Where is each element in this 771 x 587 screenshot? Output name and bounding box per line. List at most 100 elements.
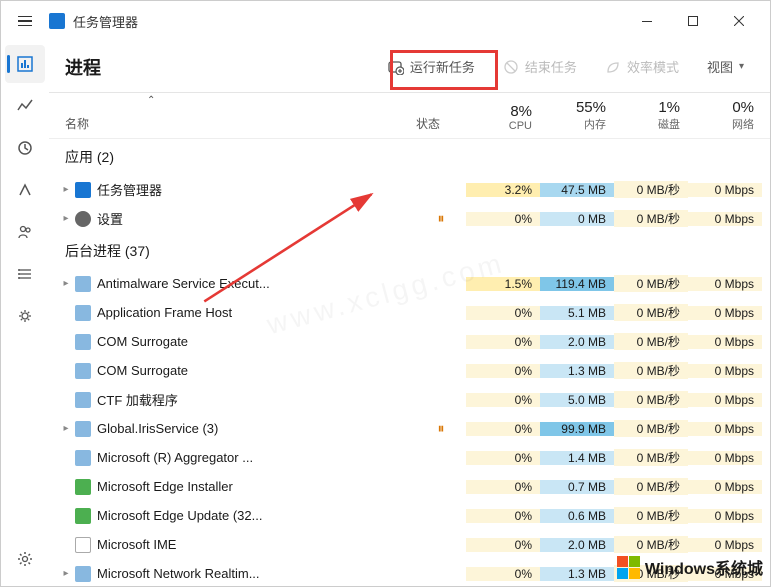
nav-services[interactable]	[5, 297, 45, 335]
col-network[interactable]: 0%网络	[688, 93, 762, 138]
table-row[interactable]: Microsoft (R) Aggregator ...0%1.4 MB0 MB…	[49, 443, 770, 472]
col-cpu[interactable]: 8%CPU	[466, 93, 540, 138]
cell-mem: 0 MB	[540, 212, 614, 226]
table-row[interactable]: ▸任务管理器3.2%47.5 MB0 MB/秒0 Mbps	[49, 175, 770, 204]
cell-net: 0 Mbps	[688, 538, 762, 552]
process-name: Antimalware Service Execut...	[97, 276, 416, 291]
expand-icon[interactable]: ▸	[57, 568, 75, 579]
process-icon	[75, 363, 91, 379]
efficiency-mode-button[interactable]: 效率模式	[595, 51, 689, 82]
window-controls	[624, 5, 762, 37]
cell-mem: 0.7 MB	[540, 480, 614, 494]
cell-net: 0 Mbps	[688, 480, 762, 494]
process-icon	[75, 211, 91, 227]
process-name: Global.IrisService (3)	[97, 421, 416, 436]
process-icon	[75, 392, 91, 408]
process-name: CTF 加载程序	[97, 390, 416, 409]
expand-icon[interactable]: ▸	[57, 423, 75, 434]
main: 进程 运行新任务 结束任务 效率模式 视图 ▾	[49, 41, 770, 586]
cell-net: 0 Mbps	[688, 183, 762, 197]
nav-details[interactable]	[5, 255, 45, 293]
table-row[interactable]: ▸Antimalware Service Execut...1.5%119.4 …	[49, 269, 770, 298]
nav-users[interactable]	[5, 213, 45, 251]
process-name: Application Frame Host	[97, 305, 416, 320]
cell-mem: 5.0 MB	[540, 393, 614, 407]
view-button[interactable]: 视图 ▾	[697, 51, 754, 82]
table-row[interactable]: COM Surrogate0%2.0 MB0 MB/秒0 Mbps	[49, 327, 770, 356]
maximize-button[interactable]	[670, 5, 716, 37]
cell-disk: 0 MB/秒	[614, 210, 688, 227]
process-name: Microsoft Edge Installer	[97, 479, 416, 494]
cell-disk: 0 MB/秒	[614, 420, 688, 437]
cell-cpu: 3.2%	[466, 183, 540, 197]
process-icon	[75, 305, 91, 321]
menu-button[interactable]	[9, 5, 41, 37]
cell-cpu: 0%	[466, 538, 540, 552]
table-row[interactable]: ▸设置⏸0%0 MB0 MB/秒0 Mbps	[49, 204, 770, 233]
process-icon	[75, 450, 91, 466]
run-new-task-button[interactable]: 运行新任务	[378, 51, 485, 82]
toolbar: 进程 运行新任务 结束任务 效率模式 视图 ▾	[49, 41, 770, 93]
end-task-icon	[503, 59, 519, 75]
col-status[interactable]: 状态	[416, 93, 466, 138]
col-disk[interactable]: 1%磁盘	[614, 93, 688, 138]
watermark: Windows系统城	[617, 555, 763, 579]
table-row[interactable]: Microsoft Edge Installer0%0.7 MB0 MB/秒0 …	[49, 472, 770, 501]
cell-cpu: 0%	[466, 509, 540, 523]
nav-app-history[interactable]	[5, 129, 45, 167]
cell-disk: 0 MB/秒	[614, 362, 688, 379]
expand-icon[interactable]: ▸	[57, 184, 75, 195]
expand-icon[interactable]: ▸	[57, 213, 75, 224]
cell-mem: 0.6 MB	[540, 509, 614, 523]
cell-net: 0 Mbps	[688, 364, 762, 378]
cell-disk: 0 MB/秒	[614, 507, 688, 524]
col-name[interactable]: ⌃ 名称	[57, 93, 416, 138]
expand-icon[interactable]: ▸	[57, 278, 75, 289]
cell-disk: 0 MB/秒	[614, 478, 688, 495]
end-task-button[interactable]: 结束任务	[493, 51, 587, 82]
process-icon	[75, 537, 91, 553]
cell-cpu: 0%	[466, 393, 540, 407]
close-button[interactable]	[716, 5, 762, 37]
table-body: 应用 (2)▸任务管理器3.2%47.5 MB0 MB/秒0 Mbps▸设置⏸0…	[49, 139, 770, 586]
process-name: 任务管理器	[97, 180, 416, 199]
cell-disk: 0 MB/秒	[614, 449, 688, 466]
page-title: 进程	[65, 54, 101, 80]
nav-startup[interactable]	[5, 171, 45, 209]
windows-logo-icon	[617, 555, 641, 579]
cell-mem: 1.3 MB	[540, 567, 614, 581]
cell-net: 0 Mbps	[688, 509, 762, 523]
cell-net: 0 Mbps	[688, 212, 762, 226]
col-memory[interactable]: 55%内存	[540, 93, 614, 138]
chevron-down-icon: ▾	[739, 61, 744, 72]
app-icon	[49, 13, 65, 29]
titlebar: 任务管理器	[1, 1, 770, 41]
process-icon	[75, 334, 91, 350]
nav-settings[interactable]	[5, 540, 45, 578]
view-label: 视图	[707, 57, 733, 76]
table-row[interactable]: CTF 加载程序 0%5.0 MB0 MB/秒0 Mbps	[49, 385, 770, 414]
sort-indicator-icon: ⌃	[147, 95, 155, 106]
table-row[interactable]: Application Frame Host0%5.1 MB0 MB/秒0 Mb…	[49, 298, 770, 327]
cell-disk: 0 MB/秒	[614, 275, 688, 292]
table-row[interactable]: COM Surrogate0%1.3 MB0 MB/秒0 Mbps	[49, 356, 770, 385]
process-name: Microsoft (R) Aggregator ...	[97, 450, 416, 465]
cell-disk: 0 MB/秒	[614, 391, 688, 408]
col-name-label: 名称	[65, 115, 89, 132]
run-new-task-label: 运行新任务	[410, 57, 475, 76]
process-icon	[75, 566, 91, 582]
cell-cpu: 0%	[466, 212, 540, 226]
nav-performance[interactable]	[5, 87, 45, 125]
cell-mem: 1.3 MB	[540, 364, 614, 378]
cell-net: 0 Mbps	[688, 306, 762, 320]
table-row[interactable]: Microsoft Edge Update (32...0%0.6 MB0 MB…	[49, 501, 770, 530]
table-row[interactable]: ▸Global.IrisService (3)⏸0%99.9 MB0 MB/秒0…	[49, 414, 770, 443]
cell-net: 0 Mbps	[688, 393, 762, 407]
cell-disk: 0 MB/秒	[614, 536, 688, 553]
process-icon	[75, 479, 91, 495]
process-name: Microsoft IME	[97, 537, 416, 552]
minimize-button[interactable]	[624, 5, 670, 37]
cell-net: 0 Mbps	[688, 451, 762, 465]
process-icon	[75, 421, 91, 437]
nav-processes[interactable]	[5, 45, 45, 83]
